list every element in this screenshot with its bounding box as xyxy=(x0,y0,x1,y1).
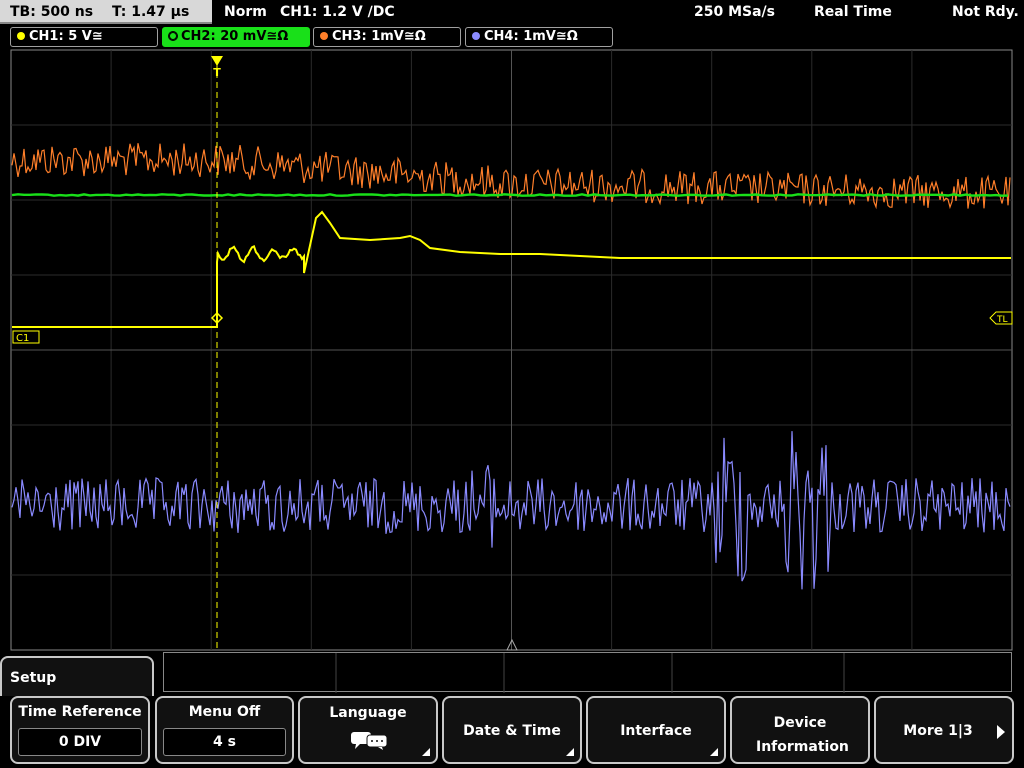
menu-off-softkey[interactable]: Menu Off 4 s xyxy=(155,696,294,764)
softkey-label: Interface xyxy=(620,723,692,739)
trigger-level-label: TL xyxy=(996,315,1008,325)
softkey-label: Language xyxy=(329,705,407,721)
timebase-box[interactable]: TB: 500 ns T: 1.47 µs xyxy=(0,0,212,24)
arrow-right-icon xyxy=(997,725,1005,739)
date-time-softkey[interactable]: Date & Time xyxy=(442,696,582,764)
channel-tab-ch2[interactable]: CH2: 20 mV≅Ω xyxy=(162,27,310,47)
acquisition-mode: Real Time xyxy=(814,4,892,20)
time-reference-value: 0 DIV xyxy=(18,728,142,756)
menu-info-strip xyxy=(163,652,1012,693)
ch1-indicator-icon xyxy=(17,32,25,40)
device-information-softkey[interactable]: Device Information xyxy=(730,696,870,764)
channel-tab-ch4[interactable]: CH4: 1mV≅Ω xyxy=(465,27,613,47)
time-reference-softkey[interactable]: Time Reference 0 DIV xyxy=(10,696,150,764)
channel-tab-ch3[interactable]: CH3: 1mV≅Ω xyxy=(313,27,461,47)
ch3-indicator-icon xyxy=(320,32,328,40)
trigger-time: T: 1.47 µs xyxy=(111,4,190,20)
trigger-info[interactable]: CH1: 1.2 V ∕DC xyxy=(280,0,395,24)
info-strip-dividers xyxy=(335,653,845,693)
ch2-label: CH2: 20 mV≅Ω xyxy=(181,29,289,44)
waveform-display[interactable]: T C1 TL xyxy=(0,48,1024,652)
timebase: TB: 500 ns xyxy=(10,4,94,20)
ch1-label: CH1: 5 V≅ xyxy=(29,29,103,44)
speech-bubbles-icon xyxy=(351,732,388,750)
status-bar: TB: 500 ns T: 1.47 µs Norm CH1: 1.2 V ∕D… xyxy=(0,0,1024,26)
waveform-ch2 xyxy=(11,193,1009,197)
more-softkey[interactable]: More 1|3 xyxy=(874,696,1014,764)
submenu-corner-icon xyxy=(422,748,430,756)
submenu-corner-icon xyxy=(710,748,718,756)
ch3-label: CH3: 1mV≅Ω xyxy=(332,29,426,44)
trigger-pos-label: T xyxy=(213,66,221,79)
ch1-offset-label: C1 xyxy=(16,333,29,344)
channel-tab-ch1[interactable]: CH1: 5 V≅ xyxy=(10,27,158,47)
softkey-label: More 1|3 xyxy=(903,723,973,739)
menu-title: Setup xyxy=(10,670,57,686)
trigger-status: Not Rdy. xyxy=(952,4,1019,20)
menu-off-value: 4 s xyxy=(163,728,286,756)
ch2-indicator-icon xyxy=(168,31,178,41)
softkey-label: Time Reference xyxy=(18,704,142,720)
interface-softkey[interactable]: Interface xyxy=(586,696,726,764)
language-softkey[interactable]: Language xyxy=(298,696,438,764)
ch4-label: CH4: 1mV≅Ω xyxy=(484,29,578,44)
submenu-corner-icon xyxy=(566,748,574,756)
trigger-mode[interactable]: Norm xyxy=(224,0,267,24)
softkey-label: Date & Time xyxy=(463,723,561,739)
sample-rate: 250 MSa/s xyxy=(694,4,776,20)
menu-title-tab: Setup xyxy=(0,656,154,696)
ch4-indicator-icon xyxy=(472,32,480,40)
softkey-label: Device Information xyxy=(756,715,849,755)
softkey-label: Menu Off xyxy=(188,704,261,720)
